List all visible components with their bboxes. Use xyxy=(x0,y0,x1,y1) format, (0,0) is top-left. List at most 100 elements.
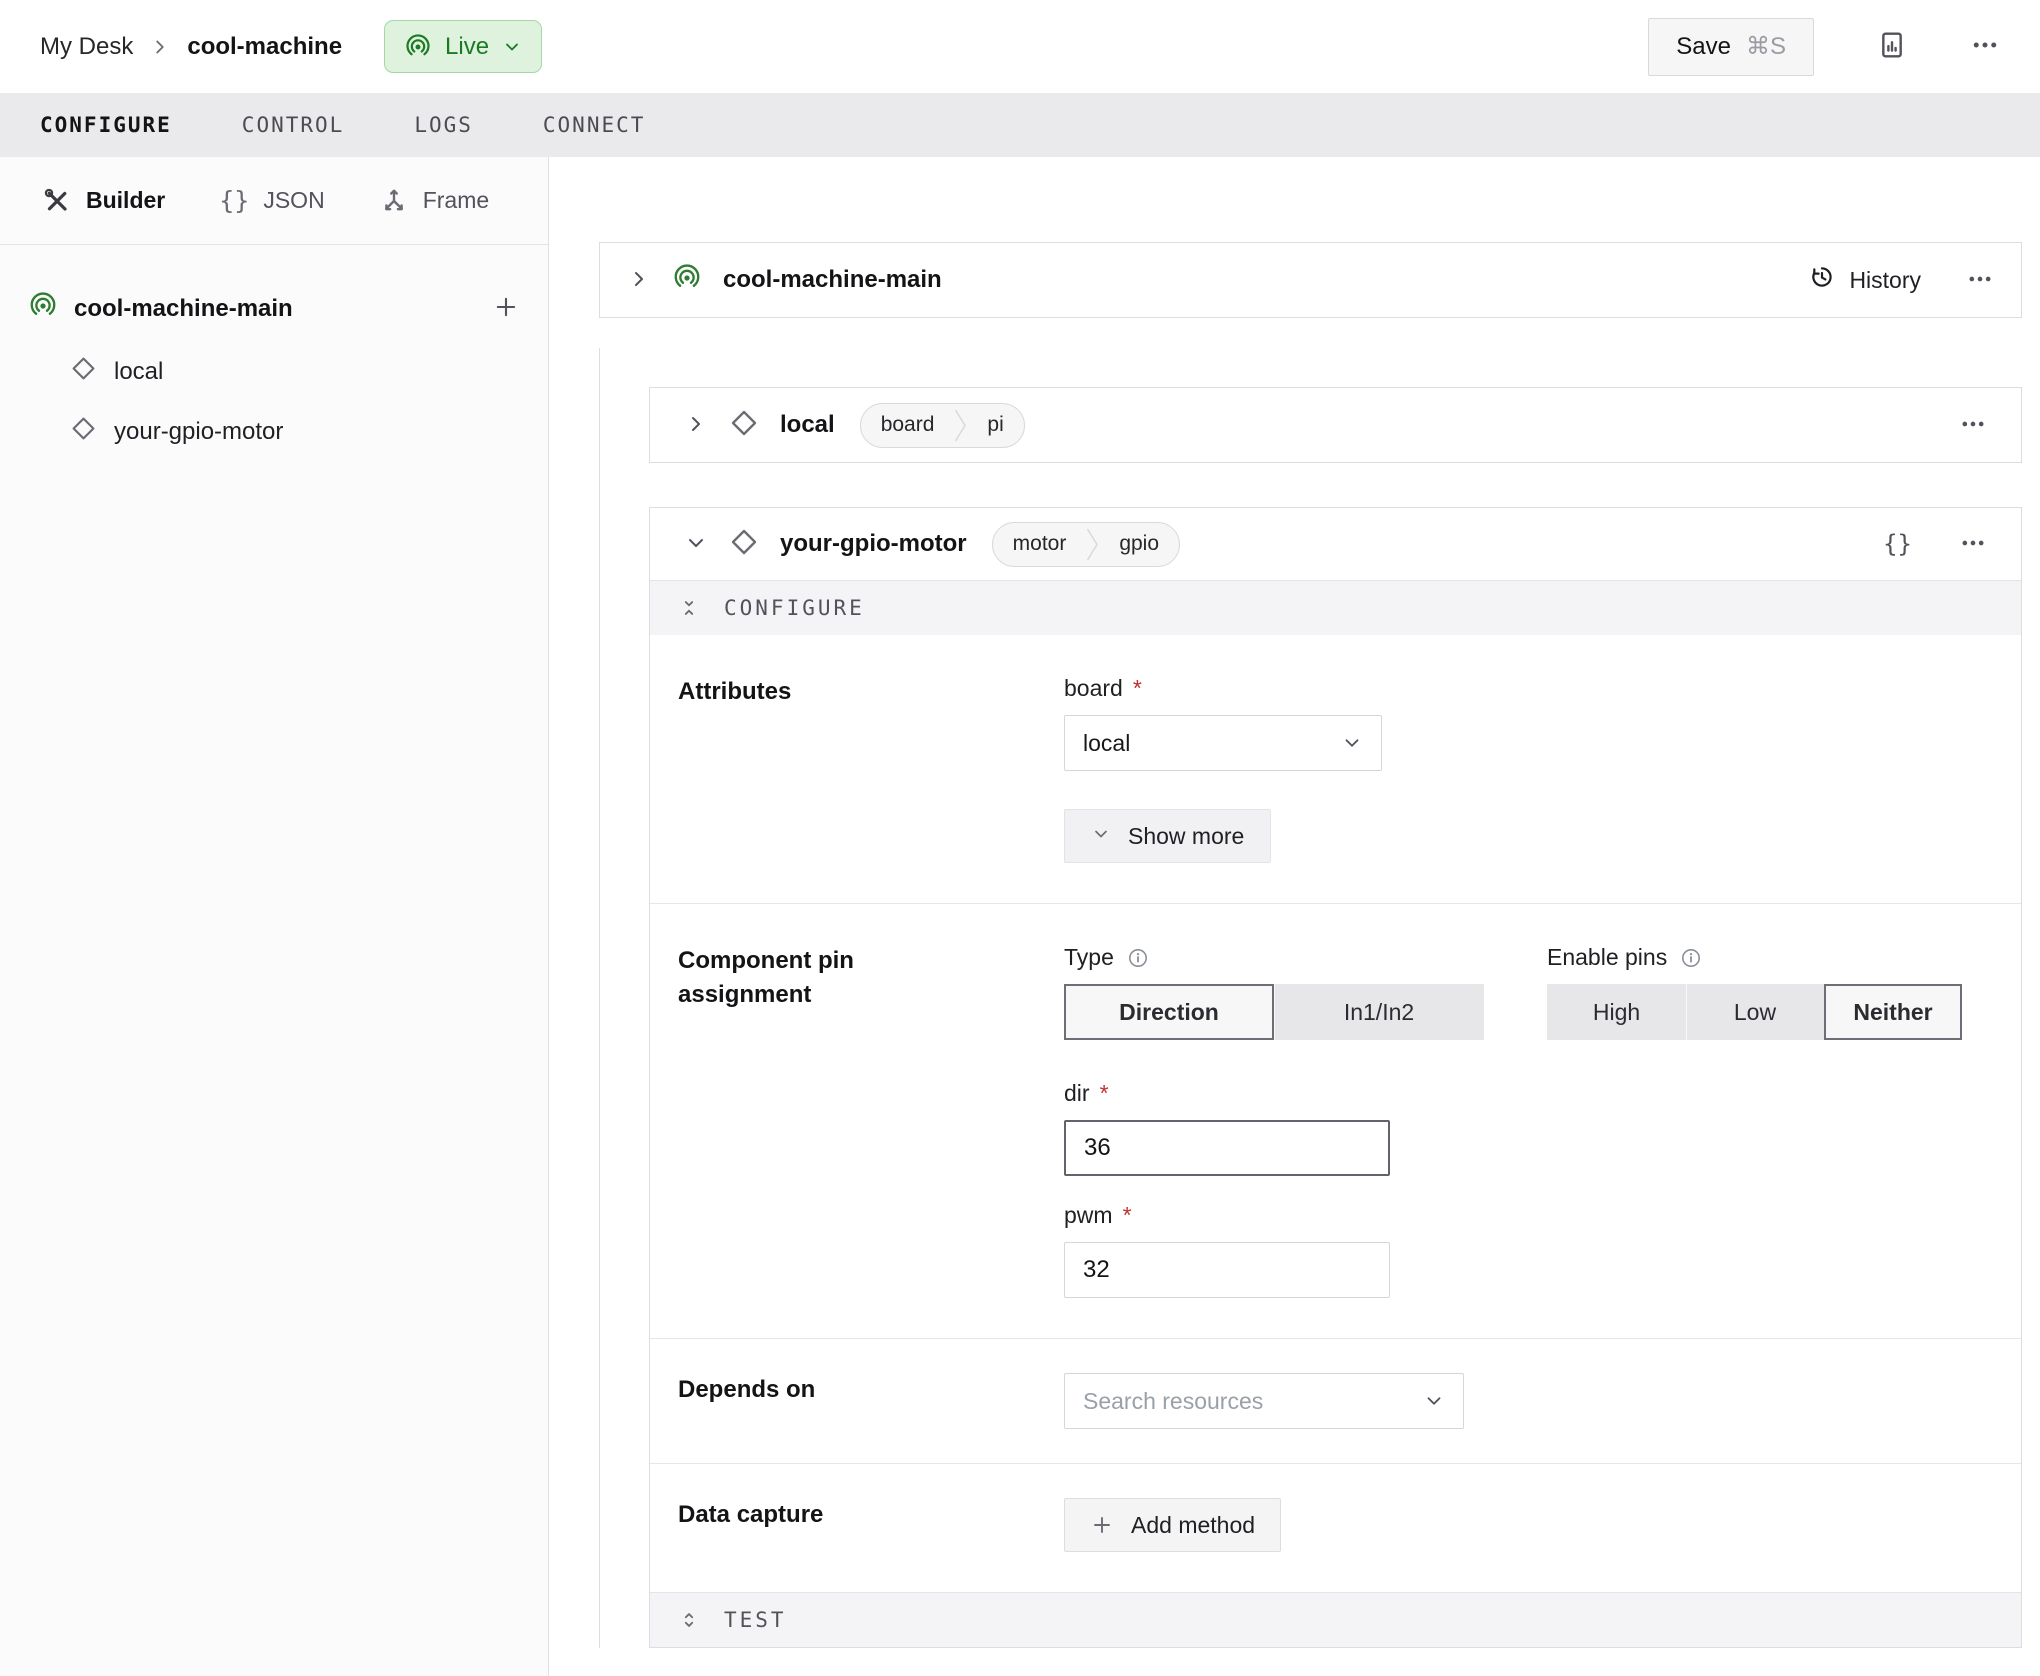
data-capture-heading: Data capture xyxy=(678,1498,928,1552)
component-diamond-icon xyxy=(729,408,759,443)
tree-node-local-label: local xyxy=(114,358,163,386)
configure-section-toggle[interactable]: CONFIGURE xyxy=(650,580,2021,635)
machine-part-icon xyxy=(672,263,702,298)
enable-option-low[interactable]: Low xyxy=(1686,984,1824,1040)
depends-on-placeholder: Search resources xyxy=(1083,1388,1263,1415)
dir-field-label: dir xyxy=(1064,1080,1090,1107)
expand-machine-card-button[interactable] xyxy=(627,267,651,294)
type-label: Type xyxy=(1064,944,1114,971)
save-button[interactable]: Save ⌘S xyxy=(1648,18,1814,76)
tree-node-machine-part[interactable]: cool-machine-main xyxy=(26,285,522,332)
header-more-menu-button[interactable] xyxy=(1970,30,2000,63)
view-switcher: Builder {} JSON Frame xyxy=(0,157,548,245)
motor-card-json-button[interactable]: {} xyxy=(1883,530,1912,558)
board-field-label: board xyxy=(1064,675,1123,702)
breadcrumb: My Desk cool-machine xyxy=(40,33,342,61)
enable-option-neither[interactable]: Neither xyxy=(1824,984,1962,1040)
test-section-toggle[interactable]: TEST xyxy=(650,1592,2021,1647)
configure-section-label: CONFIGURE xyxy=(724,596,865,620)
history-clock-icon xyxy=(1808,263,1836,297)
view-tab-json-label: JSON xyxy=(263,187,324,214)
component-diamond-icon xyxy=(70,355,97,389)
chevron-right-icon xyxy=(684,412,708,439)
tab-logs[interactable]: LOGS xyxy=(414,113,473,137)
gpio-motor-card-header: your-gpio-motor motor gpio {} xyxy=(650,508,2021,580)
component-diamond-icon xyxy=(70,415,97,449)
pin-assignment-fields: Type Direction In1/In2 xyxy=(1064,944,1993,1298)
board-field-label-row: board * xyxy=(1064,675,1993,702)
view-tab-json[interactable]: {} JSON xyxy=(219,186,324,215)
info-icon[interactable] xyxy=(1126,946,1150,970)
configure-sidebar: Builder {} JSON Frame xyxy=(0,157,549,1676)
resource-tree: cool-machine-main local xyxy=(0,245,548,462)
tree-node-your-gpio-motor-label: your-gpio-motor xyxy=(114,418,283,446)
dir-pin-input[interactable] xyxy=(1064,1120,1390,1176)
info-icon[interactable] xyxy=(1679,946,1703,970)
local-card-menu-button[interactable] xyxy=(1959,410,1987,441)
tab-control[interactable]: CONTROL xyxy=(242,113,345,137)
main-content: cool-machine-main History xyxy=(549,157,2040,1676)
depends-on-row: Depends on Search resources xyxy=(650,1338,2021,1463)
view-tab-frame[interactable]: Frame xyxy=(379,186,489,216)
braces-icon: {} xyxy=(1883,530,1912,558)
chevron-right-icon xyxy=(627,267,651,294)
tree-node-machine-part-label: cool-machine-main xyxy=(74,295,476,323)
pin-toggle-groups: Type Direction In1/In2 xyxy=(1064,944,1993,1040)
machine-part-card-title: cool-machine-main xyxy=(723,266,942,294)
chevron-right-icon xyxy=(149,36,171,58)
add-resource-button[interactable] xyxy=(492,293,520,324)
type-toggle-group: Type Direction In1/In2 xyxy=(1064,944,1484,1040)
file-chart-icon xyxy=(1876,29,1908,64)
board-select[interactable]: local xyxy=(1064,715,1382,771)
add-method-button[interactable]: Add method xyxy=(1064,1498,1281,1552)
tree-node-your-gpio-motor[interactable]: your-gpio-motor xyxy=(26,402,522,462)
primary-tab-bar: CONFIGURE CONTROL LOGS CONNECT xyxy=(0,93,2040,157)
view-tab-builder[interactable]: Builder xyxy=(42,186,165,216)
attributes-fields: board * local xyxy=(1064,675,1993,863)
pwm-field-group: pwm * xyxy=(1064,1202,1993,1298)
type-option-in1-in2[interactable]: In1/In2 xyxy=(1274,984,1484,1040)
tag-model: pi xyxy=(967,404,1023,447)
pwm-pin-input[interactable] xyxy=(1064,1242,1390,1298)
data-capture-row: Data capture Add method xyxy=(650,1463,2021,1592)
machine-status-live-dropdown[interactable]: Live xyxy=(384,20,542,73)
machine-metrics-button[interactable] xyxy=(1876,29,1908,64)
type-option-direction[interactable]: Direction xyxy=(1064,984,1274,1040)
collapse-section-icon xyxy=(678,597,700,619)
show-more-label: Show more xyxy=(1128,823,1244,850)
depends-on-fields: Search resources xyxy=(1064,1373,1993,1429)
chevron-down-icon xyxy=(502,37,522,57)
tab-configure[interactable]: CONFIGURE xyxy=(40,113,172,137)
breadcrumb-current: cool-machine xyxy=(187,33,342,61)
expand-local-card-button[interactable] xyxy=(684,412,708,439)
broadcast-icon xyxy=(404,33,432,61)
gpio-motor-card: your-gpio-motor motor gpio {} xyxy=(649,507,2022,1648)
required-marker: * xyxy=(1100,1080,1109,1107)
show-more-button[interactable]: Show more xyxy=(1064,809,1271,863)
tab-connect[interactable]: CONNECT xyxy=(543,113,646,137)
attributes-row: Attributes board * local xyxy=(650,635,2021,903)
breadcrumb-parent-link[interactable]: My Desk xyxy=(40,33,133,61)
tree-children: local your-gpio-motor xyxy=(26,342,522,462)
tools-icon xyxy=(42,186,72,216)
dir-field-label-row: dir * xyxy=(1064,1080,1993,1107)
view-tab-builder-label: Builder xyxy=(86,187,165,214)
enable-pins-toggle-group: Enable pins High Low Neither xyxy=(1547,944,1962,1040)
view-tab-frame-label: Frame xyxy=(423,187,489,214)
component-diamond-icon xyxy=(729,527,759,562)
machine-card-menu-button[interactable] xyxy=(1966,265,1994,296)
motor-card-menu-button[interactable] xyxy=(1959,529,1987,560)
frame-axis-icon xyxy=(379,186,409,216)
ellipsis-icon xyxy=(1959,529,1987,560)
local-card-type-tag: board pi xyxy=(860,403,1025,448)
ellipsis-icon xyxy=(1970,30,2000,63)
history-button[interactable]: History xyxy=(1808,263,1921,297)
collapse-motor-card-button[interactable] xyxy=(684,531,708,558)
required-marker: * xyxy=(1123,1202,1132,1229)
chevron-down-icon xyxy=(1423,1390,1445,1412)
local-card-title: local xyxy=(780,411,835,439)
depends-on-select[interactable]: Search resources xyxy=(1064,1373,1464,1429)
top-header: My Desk cool-machine Live Save ⌘S xyxy=(0,0,2040,93)
tree-node-local[interactable]: local xyxy=(26,342,522,402)
enable-option-high[interactable]: High xyxy=(1547,984,1686,1040)
